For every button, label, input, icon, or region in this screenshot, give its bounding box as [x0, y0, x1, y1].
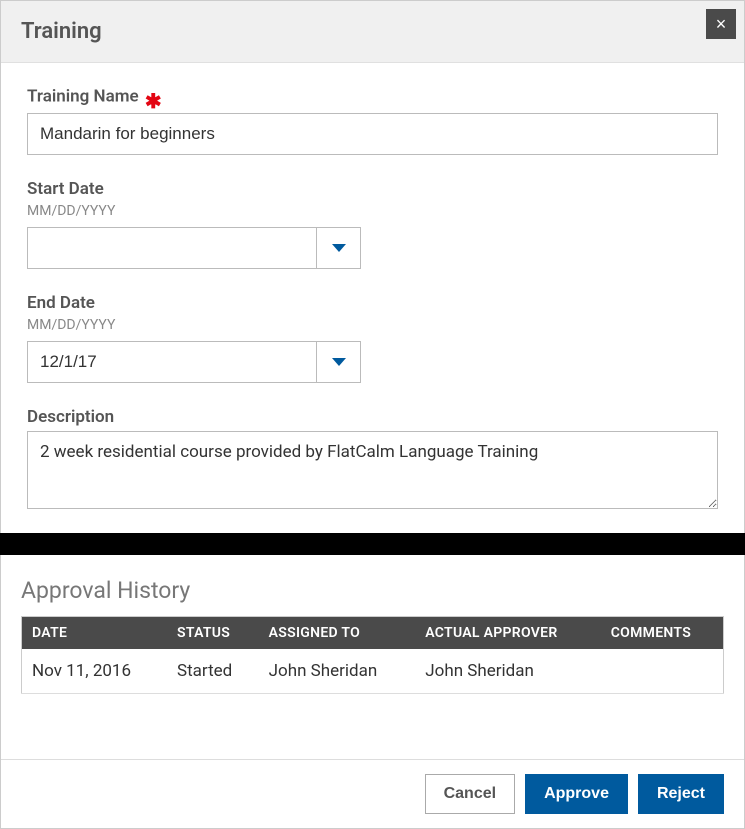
- approval-history-table: DATE STATUS ASSIGNED TO ACTUAL APPROVER …: [21, 616, 724, 694]
- approve-button[interactable]: Approve: [525, 774, 628, 814]
- cell-status: Started: [167, 649, 259, 694]
- cancel-button[interactable]: Cancel: [425, 774, 515, 814]
- start-date-group: Start Date MM/DD/YYYY: [27, 179, 718, 269]
- chevron-down-icon: [332, 358, 346, 366]
- table-header-row: DATE STATUS ASSIGNED TO ACTUAL APPROVER …: [22, 617, 724, 650]
- cell-date: Nov 11, 2016: [22, 649, 168, 694]
- modal-header: Training ×: [1, 1, 744, 63]
- table-row: Nov 11, 2016 Started John Sheridan John …: [22, 649, 724, 694]
- approval-history-title: Approval History: [21, 577, 724, 604]
- start-date-label: Start Date: [27, 179, 718, 199]
- approval-history-section: Approval History DATE STATUS ASSIGNED TO…: [1, 555, 744, 704]
- training-name-label-text: Training Name: [27, 86, 139, 106]
- close-button[interactable]: ×: [706, 9, 736, 39]
- close-icon: ×: [716, 14, 727, 35]
- training-name-input[interactable]: [27, 113, 718, 155]
- end-date-field: [27, 341, 361, 383]
- modal-body: Training Name ✱ Start Date MM/DD/YYYY En…: [1, 63, 744, 533]
- training-modal: Training × Training Name ✱ Start Date MM…: [0, 0, 745, 829]
- end-date-label: End Date: [27, 293, 718, 313]
- description-group: Description: [27, 407, 718, 513]
- end-date-toggle[interactable]: [316, 342, 360, 382]
- end-date-group: End Date MM/DD/YYYY: [27, 293, 718, 383]
- modal-footer: Cancel Approve Reject: [1, 759, 744, 828]
- training-name-group: Training Name ✱: [27, 85, 718, 155]
- cell-assigned-to: John Sheridan: [259, 649, 416, 694]
- col-comments: COMMENTS: [601, 617, 724, 650]
- modal-title: Training: [21, 19, 102, 44]
- start-date-input[interactable]: [28, 228, 316, 268]
- col-status: STATUS: [167, 617, 259, 650]
- required-asterisk-icon: ✱: [145, 89, 162, 113]
- col-assigned-to: ASSIGNED TO: [259, 617, 416, 650]
- section-divider: [0, 533, 745, 555]
- chevron-down-icon: [332, 244, 346, 252]
- start-date-field: [27, 227, 361, 269]
- cell-actual-approver: John Sheridan: [415, 649, 600, 694]
- start-date-toggle[interactable]: [316, 228, 360, 268]
- end-date-hint: MM/DD/YYYY: [27, 317, 718, 333]
- start-date-hint: MM/DD/YYYY: [27, 203, 718, 219]
- col-actual-approver: ACTUAL APPROVER: [415, 617, 600, 650]
- end-date-input[interactable]: [28, 342, 316, 382]
- training-name-label: Training Name ✱: [27, 85, 718, 109]
- col-date: DATE: [22, 617, 168, 650]
- cell-comments: [601, 649, 724, 694]
- description-label: Description: [27, 407, 718, 427]
- description-textarea[interactable]: [27, 431, 718, 509]
- reject-button[interactable]: Reject: [638, 774, 724, 814]
